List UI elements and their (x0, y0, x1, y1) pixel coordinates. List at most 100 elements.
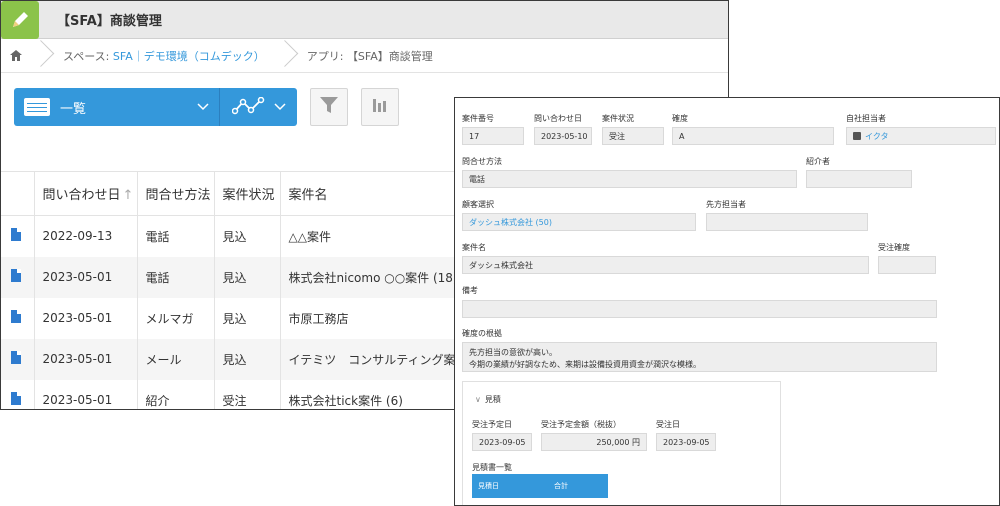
field-label-inquiry-date: 問い合わせ日 (534, 114, 582, 123)
cell-method: メール (136, 338, 214, 380)
field-value-expected-date: 2023-09-05 (472, 433, 532, 451)
field-value-customer[interactable]: ダッシュ株式会社 (50) (462, 213, 696, 231)
cell-inquiry-date: 2023-05-01 (33, 338, 137, 380)
record-detail-link[interactable] (1, 216, 34, 257)
owner-name[interactable]: イクタ (865, 131, 889, 142)
table-row[interactable]: 2022-09-13 電話 見込 △△案件 (1, 215, 480, 257)
breadcrumb-app-prefix: アプリ: (306, 49, 344, 63)
app-title: 【SFA】商談管理 (57, 14, 162, 29)
table-header-status[interactable]: 案件状況 (213, 171, 280, 216)
breadcrumb-separator (37, 39, 47, 73)
filter-button[interactable] (310, 88, 348, 126)
view-select-label: 一覧 (60, 101, 87, 117)
user-icon (853, 132, 861, 140)
field-label-notes: 備考 (462, 286, 478, 295)
cell-status: 見込 (213, 215, 280, 257)
home-icon[interactable] (1, 50, 31, 61)
basis-line: 今期の業績が好調なため、来期は設備投資用資金が潤沢な模様。 (469, 360, 701, 369)
subtable-label: 見積書一覧 (472, 463, 512, 472)
record-detail-link[interactable] (1, 256, 34, 298)
breadcrumb-app: アプリ: 【SFA】商談管理 (297, 48, 443, 64)
field-label-referrer: 紹介者 (806, 157, 830, 166)
list-view-icon (24, 98, 50, 116)
bar-chart-icon (372, 97, 388, 117)
breadcrumb: スペース: SFA｜デモ環境（コムデック） アプリ: 【SFA】商談管理 (1, 39, 728, 73)
table-row[interactable]: 2023-05-01 電話 見込 株式会社nicomo ○○案件 (18) (1, 256, 480, 298)
sort-arrow-icon: ↑ (122, 188, 134, 203)
document-icon[interactable] (11, 228, 21, 242)
cell-case-name: △△案件 (279, 215, 480, 257)
field-label-order-date: 受注日 (656, 420, 680, 429)
table-row[interactable]: 2023-05-01 メルマガ 見込 市原工務店 (1, 297, 480, 339)
pencil-icon[interactable] (1, 1, 39, 39)
cell-inquiry-date: 2023-05-01 (33, 297, 137, 339)
basis-line: 先方担当の意欲が高い。 (469, 348, 557, 357)
table-header-inquiry-date[interactable]: 問い合わせ日 ↑ (33, 171, 137, 216)
table-row[interactable]: 2023-05-01 紹介 受注 株式会社tick案件 (6) (1, 379, 480, 410)
field-label-certainty: 確度 (672, 114, 688, 123)
cell-status: 見込 (213, 338, 280, 380)
cell-case-name: 株式会社tick案件 (6) (279, 379, 480, 409)
table-header-empty (1, 171, 34, 216)
field-label-basis: 確度の根拠 (462, 329, 502, 338)
chevron-down-icon: ∨ (475, 395, 481, 404)
breadcrumb-app-name: 【SFA】商談管理 (346, 49, 433, 63)
document-icon[interactable] (11, 310, 21, 323)
estimate-subtable-header: 見積日 合計 (472, 474, 608, 498)
cell-method: 紹介 (136, 379, 214, 409)
field-label-method: 問合せ方法 (462, 157, 502, 166)
field-label-expected-date: 受注予定日 (472, 420, 512, 429)
record-detail-link[interactable] (1, 380, 34, 410)
field-value-notes (462, 300, 937, 318)
filter-icon (319, 95, 339, 119)
field-value-expected-amount: 250,000 円 (541, 433, 647, 451)
field-value-certainty: A (672, 127, 834, 145)
graph-icon (231, 96, 266, 118)
breadcrumb-space-prefix: スペース: (63, 49, 110, 63)
estimate-group-toggle[interactable]: ∨ 見積 (475, 394, 501, 405)
breadcrumb-space-link[interactable]: SFA｜デモ環境（コムデック） (113, 50, 265, 63)
cell-method: 電話 (136, 215, 214, 257)
field-label-status: 案件状況 (602, 114, 634, 123)
record-list-table: 問い合わせ日 ↑ 問合せ方法 案件状況 案件名 2022-09-13 電話 見込 … (1, 171, 480, 410)
subtable-header-date: 見積日 (478, 482, 499, 490)
table-row[interactable]: 2023-05-01 メール 見込 イテミツ コンサルティング案件 (1, 338, 480, 380)
cell-case-name: 市原工務店 (279, 297, 480, 339)
record-detail-window: 案件番号 17 問い合わせ日 2023-05-10 案件状況 受注 確度 A 自… (454, 97, 1000, 506)
field-value-contact (706, 213, 868, 231)
field-value-basis: 先方担当の意欲が高い。 今期の業績が好調なため、来期は設備投資用資金が潤沢な模様… (462, 342, 937, 372)
field-value-inquiry-date: 2023-05-10 (534, 127, 592, 145)
document-icon[interactable] (11, 351, 21, 364)
breadcrumb-space[interactable]: スペース: SFA｜デモ環境（コムデック） (53, 48, 275, 64)
field-label-case-name: 案件名 (462, 243, 486, 252)
view-select[interactable]: 一覧 (14, 88, 219, 126)
chevron-down-icon (197, 100, 209, 114)
cell-case-name: 株式会社nicomo ○○案件 (18) (279, 256, 480, 298)
chart-button[interactable] (361, 88, 399, 126)
cell-status: 受注 (213, 379, 280, 409)
table-header-method[interactable]: 問合せ方法 (136, 171, 214, 216)
table-header-label: 問い合わせ日 (42, 188, 121, 203)
document-icon[interactable] (11, 269, 21, 282)
table-header-row: 問い合わせ日 ↑ 問合せ方法 案件状況 案件名 (1, 171, 480, 216)
graph-button[interactable] (219, 88, 297, 126)
cell-method: 電話 (136, 256, 214, 298)
field-label-case-no: 案件番号 (462, 114, 494, 123)
cell-status: 見込 (213, 256, 280, 298)
table-header-label: 案件名 (288, 188, 328, 203)
field-value-order-certainty (878, 256, 936, 274)
toolbar: 一覧 (14, 88, 399, 126)
subtable-header-total: 合計 (554, 482, 568, 490)
field-label-owner: 自社担当者 (846, 114, 886, 123)
table-header-case-name[interactable]: 案件名 (279, 171, 480, 216)
cell-inquiry-date: 2023-05-01 (33, 256, 137, 298)
estimate-group-title: 見積 (484, 395, 501, 404)
record-detail-link[interactable] (1, 338, 34, 380)
record-detail-link[interactable] (1, 298, 34, 339)
field-label-expected-amount: 受注予定金額（税抜） (541, 420, 621, 429)
field-value-method: 電話 (462, 170, 797, 188)
document-icon[interactable] (11, 392, 21, 405)
field-label-order-certainty: 受注確度 (878, 243, 910, 252)
cell-method: メルマガ (136, 297, 214, 339)
field-value-owner[interactable]: イクタ (846, 127, 996, 145)
